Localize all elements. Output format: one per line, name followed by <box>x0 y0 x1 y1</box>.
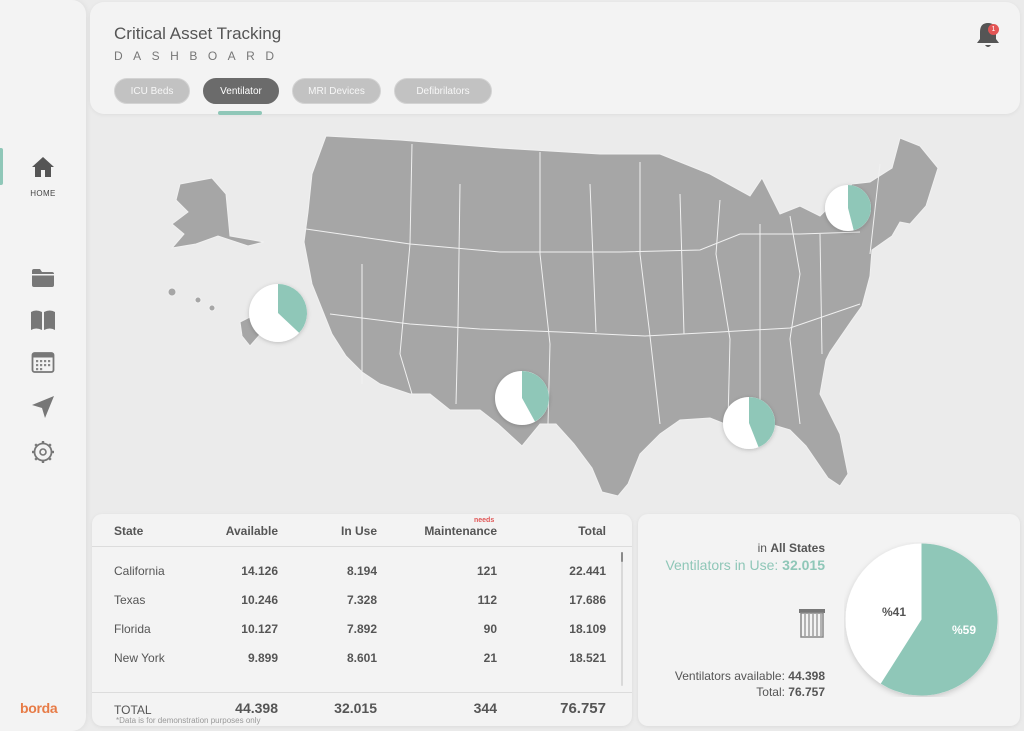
nav-navigation[interactable] <box>0 395 86 419</box>
cell-state: Texas <box>114 593 146 607</box>
state-table: State Available In Use needs Maintenance… <box>92 514 632 726</box>
sidebar: HOME borda <box>0 0 86 731</box>
pie-marker-california[interactable] <box>249 284 307 342</box>
header-state: State <box>114 524 144 538</box>
header-needs-note: needs <box>474 517 495 524</box>
summary-scope-value: All States <box>770 541 825 555</box>
cell-state: California <box>114 564 165 578</box>
table-row[interactable]: Florida 10.127 7.892 90 18.109 <box>92 622 632 642</box>
us-map <box>167 135 939 497</box>
summary-total-value: 76.757 <box>788 685 825 699</box>
notification-badge: 1 <box>988 24 999 35</box>
cell-maintenance: 112 <box>477 593 497 607</box>
nav-folder[interactable] <box>0 268 86 288</box>
folder-icon <box>32 269 54 287</box>
cell-state: Florida <box>114 622 151 636</box>
pie-marker-new-york[interactable] <box>825 185 872 231</box>
cell-total: 18.109 <box>569 622 606 636</box>
summary-pie-chart: %41 %59 <box>845 543 998 696</box>
cell-available: 14.126 <box>241 564 278 578</box>
summary-in-use-label: Ventilators in Use: <box>665 557 779 573</box>
asset-tabs: ICU Beds Ventilator MRI Devices Defibril… <box>114 78 492 104</box>
header: Critical Asset Tracking DASHBOARD ICU Be… <box>90 2 1020 115</box>
header-maintenance: Maintenance <box>424 524 497 538</box>
pie-marker-texas[interactable] <box>495 371 550 425</box>
cell-maintenance: 21 <box>483 651 497 665</box>
calendar-icon <box>31 352 55 373</box>
pie-available-label: %41 <box>882 605 906 619</box>
page-title: Critical Asset Tracking <box>114 24 282 43</box>
summary-available-value: 44.398 <box>788 669 825 683</box>
cell-available: 9.899 <box>247 651 278 665</box>
home-icon <box>32 157 54 177</box>
pie-marker-florida[interactable] <box>723 397 775 449</box>
cell-in-use: 8.194 <box>346 564 377 578</box>
table-row[interactable]: California 14.126 8.194 121 22.441 <box>92 564 632 584</box>
summary-total-label: Total: <box>756 685 785 699</box>
total-maintenance: 344 <box>473 700 497 716</box>
header-total: Total <box>578 524 606 538</box>
summary-scope: in All States <box>758 541 825 555</box>
header-divider <box>92 546 632 547</box>
total-in-use: 32.015 <box>334 700 377 716</box>
total-total: 76.757 <box>560 700 606 717</box>
cell-total: 22.441 <box>569 564 606 578</box>
cell-maintenance: 121 <box>476 564 497 578</box>
table-scroll-thumb[interactable] <box>621 552 623 562</box>
nav-calendar[interactable] <box>0 351 86 373</box>
brand-logo: borda <box>20 700 58 716</box>
summary-in-use-value: 32.015 <box>782 557 825 573</box>
cell-available: 10.246 <box>241 593 278 607</box>
table-row[interactable]: Texas 10.246 7.328 112 17.686 <box>92 593 632 613</box>
cell-available: 10.127 <box>241 622 278 636</box>
cell-in-use: 7.328 <box>346 593 377 607</box>
total-label: TOTAL <box>114 703 152 717</box>
table-row[interactable]: New York 9.899 8.601 21 18.521 <box>92 651 632 671</box>
cell-total: 17.686 <box>569 593 606 607</box>
tab-icu-beds[interactable]: ICU Beds <box>114 78 190 104</box>
cell-total: 18.521 <box>569 651 606 665</box>
header-available: Available <box>225 524 278 538</box>
total-available: 44.398 <box>235 700 278 716</box>
summary-total: Total: 76.757 <box>756 685 825 699</box>
active-tab-indicator <box>218 111 262 115</box>
book-icon <box>31 310 55 330</box>
nav-home-label: HOME <box>30 189 56 198</box>
settings-icon <box>32 441 54 463</box>
header-in-use: In Use <box>340 524 377 538</box>
nav-settings[interactable] <box>0 440 86 464</box>
summary-available-label: Ventilators available: <box>674 669 785 683</box>
summary-card: in All States Ventilators in Use: 32.015… <box>638 514 1020 726</box>
nav-book[interactable] <box>0 309 86 331</box>
summary-in-use: Ventilators in Use: 32.015 <box>665 557 825 573</box>
table-scrollbar[interactable] <box>621 552 623 686</box>
page-subtitle: DASHBOARD <box>114 49 285 63</box>
tab-mri-devices[interactable]: MRI Devices <box>292 78 381 104</box>
disclaimer-note: *Data is for demonstration purposes only <box>116 716 261 725</box>
navigation-icon <box>32 396 54 418</box>
tab-defibrilators[interactable]: Defibrilators <box>394 78 492 104</box>
bell-icon[interactable] <box>974 20 1002 50</box>
alaska <box>170 177 265 249</box>
ventilator-icon <box>799 609 825 638</box>
cell-in-use: 8.601 <box>346 651 377 665</box>
nav-home[interactable]: HOME <box>0 156 86 198</box>
cell-in-use: 7.892 <box>346 622 377 636</box>
cell-state: New York <box>114 651 165 665</box>
pie-in-use-label: %59 <box>952 623 976 637</box>
cell-maintenance: 90 <box>483 622 497 636</box>
summary-scope-prefix: in <box>757 541 767 555</box>
summary-available: Ventilators available: 44.398 <box>675 669 825 683</box>
totals-divider <box>92 692 632 693</box>
tab-ventilator[interactable]: Ventilator <box>203 78 279 104</box>
